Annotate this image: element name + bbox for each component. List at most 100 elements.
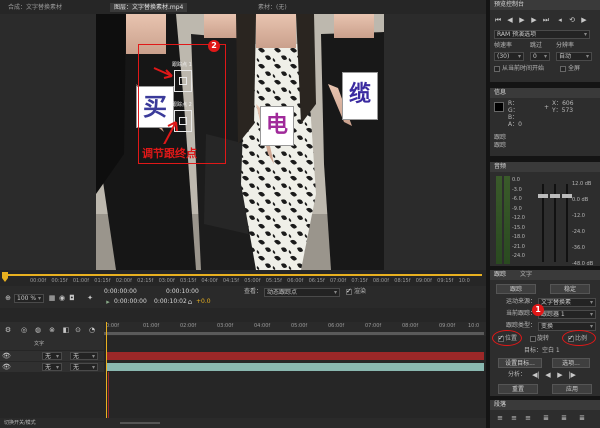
layer-bar-1[interactable]: [106, 352, 484, 360]
audio-slider-knob-2[interactable]: [550, 194, 560, 198]
last-frame-icon[interactable]: ⏭: [542, 16, 550, 24]
viewer-time-ruler[interactable]: 00:00f 00:15f 01:00f 01:15f 02:00f 02:15f 03:0…: [0, 270, 486, 286]
home-icon[interactable]: ⌂: [186, 298, 194, 306]
analyze-back-icon[interactable]: ◀|: [532, 371, 540, 379]
analyze-forward-icon[interactable]: ▶: [556, 371, 564, 379]
prev-frame-icon[interactable]: ◀: [506, 16, 514, 24]
audio-right-scale-label: 12.0 dB: [572, 181, 592, 187]
eye-icon[interactable]: 👁: [2, 363, 11, 371]
zoom-dropdown[interactable]: 100 %: [14, 294, 44, 303]
end-time-field[interactable]: 0:00:10:00: [166, 288, 199, 296]
justify-last-icon[interactable]: ≣: [578, 414, 586, 422]
toggle-icon-5[interactable]: ◧: [62, 326, 70, 334]
viewer-ruler-label: 04:15f: [222, 278, 240, 284]
duration-field[interactable]: 0:00:10:02: [154, 298, 187, 306]
video-frame[interactable]: 买 电 缆 跟踪点 1 跟踪点 2 2 调节跟终点: [96, 14, 384, 270]
viewer-current-time-marker[interactable]: [2, 272, 8, 282]
viewer-ruler-label: 00:00f: [30, 278, 47, 284]
playhead-line[interactable]: [106, 322, 107, 424]
next-frame-icon[interactable]: ▶: [530, 16, 538, 24]
audio-right-scale-label: -12.0: [572, 213, 585, 219]
zoom-slider[interactable]: [120, 422, 160, 424]
layer-bar-2[interactable]: [106, 363, 484, 371]
viewer-ruler-label: 08:15f: [394, 278, 411, 284]
eye-icon[interactable]: 👁: [2, 352, 11, 360]
reset-button[interactable]: 重置: [498, 384, 538, 394]
delta-field: +0.0: [196, 298, 211, 305]
tab-footage-layer[interactable]: 图层：文字替换素材.mp4: [110, 3, 188, 12]
magnify-icon[interactable]: ⊕: [4, 294, 12, 302]
motion-source-dropdown[interactable]: 文字替换素: [538, 298, 596, 307]
track-button[interactable]: 跟踪: [496, 284, 536, 294]
analyze-next-icon[interactable]: |▶: [568, 371, 576, 379]
triangle-icon: ▸: [106, 298, 110, 306]
tracker-title-bar: 跟踪 文字: [490, 270, 600, 280]
apply-button[interactable]: 应用: [552, 384, 592, 394]
toggle-icon-2[interactable]: ◎: [20, 326, 28, 334]
skip-dropdown[interactable]: 0: [530, 52, 550, 61]
audio-icon[interactable]: ◂: [556, 16, 564, 24]
layer-row-1[interactable]: 👁 无 无: [0, 351, 104, 361]
tab-composition[interactable]: 合成：文字替换素材: [4, 3, 66, 12]
tab-tracker[interactable]: 跟踪: [494, 271, 506, 279]
view-dropdown[interactable]: 动态跟踪点: [264, 288, 340, 297]
justify-all-icon[interactable]: ≣: [560, 414, 568, 422]
tracker-panel: 跟踪 文字 跟踪 稳定 运动来源： 文字替换素 当前跟踪： 跟踪器 1 跟踪类型…: [490, 270, 600, 396]
analyze-backward-icon[interactable]: ◀: [544, 371, 552, 379]
audio-left-scale: 0.0 -3.0 -6.0 -9.0 -12.0 -15.0 -18.0 -21.0 -24.0: [512, 176, 532, 264]
audio-right-scale-label: -36.0: [572, 245, 585, 251]
audio-slider-knob-1[interactable]: [538, 194, 548, 198]
timeline-layer-header: 文字: [0, 338, 104, 350]
grid-icon[interactable]: ▦: [48, 294, 56, 302]
toggle-icon-1[interactable]: ⚙: [4, 326, 12, 334]
ram-preview-icon[interactable]: ▶: [580, 16, 588, 24]
audio-left-scale-label: -3.0: [512, 186, 522, 193]
fullscreen-checkbox[interactable]: [560, 66, 566, 72]
layer-row-2[interactable]: 👁 无 无: [0, 362, 104, 372]
render-checkbox[interactable]: [346, 287, 352, 295]
from-current-checkbox[interactable]: [494, 66, 500, 72]
set-target-button[interactable]: 设置目标...: [498, 358, 542, 368]
audio-panel: 音频 0.0 -3.0 -6.0 -9.0 -12.0 -15.0 -18.0 -21.0 -2…: [490, 162, 600, 267]
viewer-ruler-label: 01:00f: [72, 278, 90, 284]
align-right-icon[interactable]: ≡: [524, 414, 532, 422]
tab-material[interactable]: 素材：(无): [254, 3, 291, 12]
rotation-checkbox[interactable]: [530, 336, 536, 342]
snapshot-icon[interactable]: ✦: [86, 294, 94, 302]
play-icon[interactable]: ▶: [518, 16, 526, 24]
res-dropdown[interactable]: 自动: [556, 52, 592, 61]
timeline-red-line: [108, 372, 109, 424]
layer-2-parent[interactable]: 无: [70, 363, 98, 371]
viewer-ruler-label: 01:15f: [94, 278, 111, 284]
loop-icon[interactable]: ⟲: [568, 16, 576, 24]
timeline-work-area[interactable]: [104, 332, 484, 335]
toggle-icon-3[interactable]: ◍: [34, 326, 42, 334]
camera-icon[interactable]: ◘: [68, 294, 76, 302]
audio-slider-knob-3[interactable]: [562, 194, 572, 198]
align-left-icon[interactable]: ≡: [496, 414, 504, 422]
layer-1-parent[interactable]: 无: [70, 352, 98, 360]
mask-icon[interactable]: ◉: [58, 294, 66, 302]
first-frame-icon[interactable]: ⏮: [494, 16, 502, 24]
align-center-icon[interactable]: ≡: [510, 414, 518, 422]
toggle-icon-4[interactable]: ⊗: [48, 326, 56, 334]
layer-2-mode[interactable]: 无: [42, 363, 62, 371]
current-time-field-2[interactable]: 0:00:00:00: [114, 298, 147, 306]
track-type-dropdown[interactable]: 变换: [538, 322, 596, 331]
footer-label[interactable]: 切换开关/模式: [4, 419, 36, 427]
current-track-dropdown[interactable]: 跟踪器 1: [538, 310, 596, 319]
justify-icon[interactable]: ≣: [542, 414, 550, 422]
ram-preview-dropdown[interactable]: RAM 预演选项: [494, 30, 590, 39]
toggle-icon-7[interactable]: ◔: [88, 326, 96, 334]
tab-text[interactable]: 文字: [520, 271, 532, 279]
options-button[interactable]: 选项...: [552, 358, 590, 368]
info-panel: 信息 R： G： B： A：0 X：606 Y：573 + 跟踪 跟踪: [490, 88, 600, 156]
color-swatch: [494, 102, 504, 112]
current-time-field[interactable]: 0:00:00:00: [104, 288, 137, 296]
fps-dropdown[interactable]: (30): [494, 52, 524, 61]
toggle-icon-6[interactable]: ⊙: [74, 326, 82, 334]
stabilize-button[interactable]: 稳定: [550, 284, 590, 294]
timeline-ruler[interactable]: 0:00f 01:00f 02:00f 03:00f 04:00f 05:00f 06:00…: [104, 322, 486, 336]
layer-1-mode[interactable]: 无: [42, 352, 62, 360]
from-current-label: 从当前时间开始: [502, 65, 545, 72]
